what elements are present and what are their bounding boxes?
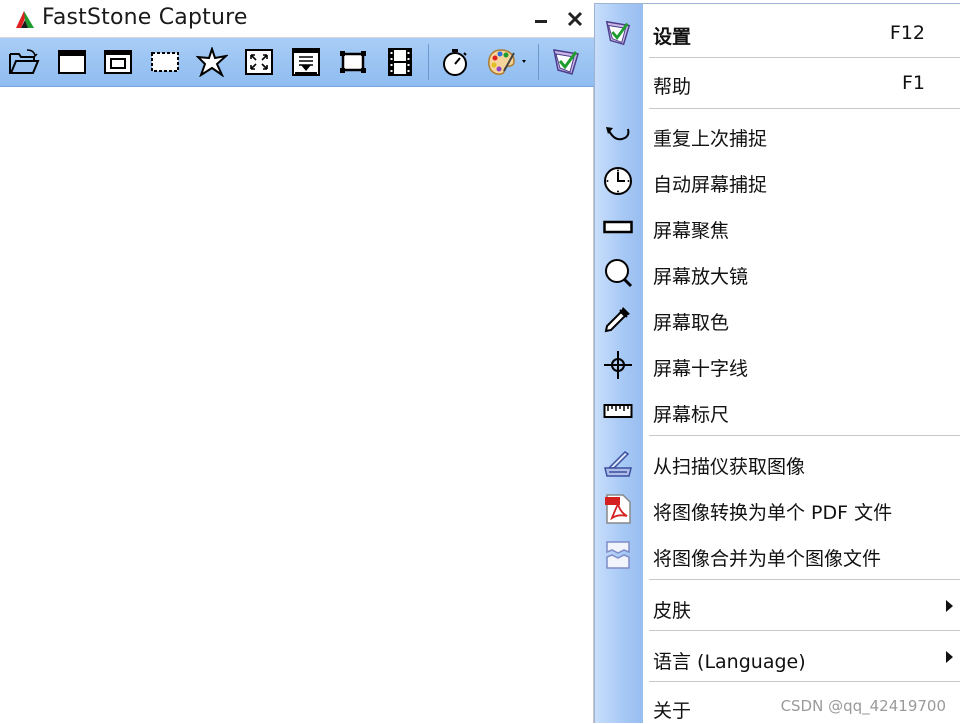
output-palette-icon — [488, 49, 526, 75]
menu-item-help[interactable]: 帮助 F1 — [595, 60, 960, 106]
menu-item-auto-capture[interactable]: 自动屏幕捕捉 — [595, 158, 960, 204]
capture-freehand-button[interactable] — [194, 44, 230, 80]
capture-fixed-icon — [340, 51, 366, 73]
menu-item-label: 从扫描仪获取图像 — [653, 456, 806, 478]
clock-icon — [603, 166, 633, 196]
toolbar-separator — [428, 44, 429, 80]
capture-object-button[interactable] — [100, 44, 136, 80]
menu-item-color-picker[interactable]: 屏幕取色 — [595, 296, 960, 342]
capture-fixed-button[interactable] — [335, 44, 371, 80]
menu-item-screen-focus[interactable]: 屏幕聚焦 — [595, 204, 960, 250]
menu-item-label: 帮助 — [653, 76, 692, 98]
menu-item-shortcut: F1 — [901, 72, 925, 94]
submenu-arrow-icon — [946, 651, 953, 663]
menu-item-label: 关于 — [653, 700, 692, 722]
settings-menu-button[interactable] — [548, 44, 584, 80]
settings-menu-icon — [553, 49, 579, 75]
menu-separator — [649, 108, 960, 109]
menu-item-label: 屏幕聚焦 — [653, 220, 730, 242]
menu-item-label: 屏幕取色 — [653, 312, 730, 334]
menu-item-ruler[interactable]: 屏幕标尺 — [595, 388, 960, 434]
menu-item-crosshair[interactable]: 屏幕十字线 — [595, 342, 960, 388]
menu-item-label: 屏幕放大镜 — [653, 266, 749, 288]
menu-item-label: 皮肤 — [653, 600, 692, 622]
menu-item-label: 屏幕十字线 — [653, 358, 749, 380]
capture-fullscreen-icon — [245, 49, 273, 75]
minimize-button[interactable] — [528, 6, 554, 32]
menu-item-repeat-last-capture[interactable]: 重复上次捕捉 — [595, 112, 960, 158]
settings-icon — [603, 18, 633, 48]
menu-item-label: 将图像合并为单个图像文件 — [653, 548, 882, 570]
capture-rect-button[interactable] — [147, 44, 183, 80]
watermark-text: CSDN @qq_42419700 — [780, 697, 946, 715]
capture-scrolling-button[interactable] — [288, 44, 324, 80]
magnifier-icon — [603, 258, 633, 288]
eyedropper-icon — [603, 304, 633, 334]
menu-item-skin[interactable]: 皮肤 — [595, 584, 960, 630]
submenu-arrow-icon — [946, 600, 953, 612]
capture-rect-icon — [151, 52, 179, 72]
app-window: FastStone Capture — [0, 0, 594, 723]
faststone-logo-icon — [14, 8, 36, 30]
capture-scrolling-icon — [292, 48, 320, 76]
context-menu: 设置 F12 帮助 F1 重复上次捕捉 自动屏幕捕捉 屏幕聚焦 屏幕放大镜 屏幕… — [594, 3, 960, 723]
menu-item-label: 屏幕标尺 — [653, 404, 730, 426]
menu-item-label: 自动屏幕捕捉 — [653, 174, 768, 196]
screen-recorder-icon — [388, 48, 412, 76]
pdf-file-icon — [603, 494, 633, 524]
menu-separator — [649, 57, 960, 58]
menu-separator — [649, 630, 960, 631]
menu-item-convert-to-pdf[interactable]: 将图像转换为单个 PDF 文件 — [595, 486, 960, 532]
menu-item-shortcut: F12 — [889, 22, 925, 44]
capture-toolbar — [0, 38, 594, 87]
open-button[interactable] — [6, 44, 42, 80]
focus-rect-icon — [603, 212, 633, 242]
toolbar-separator — [538, 44, 539, 80]
menu-item-magnifier[interactable]: 屏幕放大镜 — [595, 250, 960, 296]
minimize-icon — [535, 20, 547, 23]
menu-item-combine-images[interactable]: 将图像合并为单个图像文件 — [595, 532, 960, 578]
close-icon — [567, 11, 583, 27]
menu-item-language[interactable]: 语言 (Language) — [595, 635, 960, 681]
delay-timer-icon — [443, 49, 467, 76]
capture-window-icon — [58, 50, 86, 74]
capture-fullscreen-button[interactable] — [241, 44, 277, 80]
output-palette-button[interactable] — [484, 44, 532, 80]
combine-images-icon — [603, 540, 633, 570]
menu-item-label: 设置 — [653, 26, 692, 48]
menu-separator — [649, 435, 960, 436]
close-button[interactable] — [562, 6, 588, 32]
menu-separator — [649, 579, 960, 580]
open-icon — [9, 49, 40, 74]
ruler-icon — [603, 396, 633, 426]
menu-item-label: 将图像转换为单个 PDF 文件 — [653, 502, 893, 524]
menu-item-settings[interactable]: 设置 F12 — [595, 10, 960, 56]
capture-freehand-icon — [196, 47, 228, 77]
menu-item-label: 语言 (Language) — [653, 651, 806, 673]
scanner-icon — [603, 448, 633, 478]
repeat-arrow-icon — [603, 120, 633, 150]
app-title: FastStone Capture — [42, 5, 248, 30]
menu-separator — [649, 681, 960, 682]
delay-timer-button[interactable] — [437, 44, 473, 80]
title-bar[interactable]: FastStone Capture — [0, 0, 594, 38]
capture-window-button[interactable] — [54, 44, 90, 80]
menu-item-label: 重复上次捕捉 — [653, 128, 768, 150]
crosshair-icon — [603, 350, 633, 380]
capture-object-icon — [104, 50, 132, 74]
screen-recorder-button[interactable] — [382, 44, 418, 80]
menu-item-scanner[interactable]: 从扫描仪获取图像 — [595, 440, 960, 486]
